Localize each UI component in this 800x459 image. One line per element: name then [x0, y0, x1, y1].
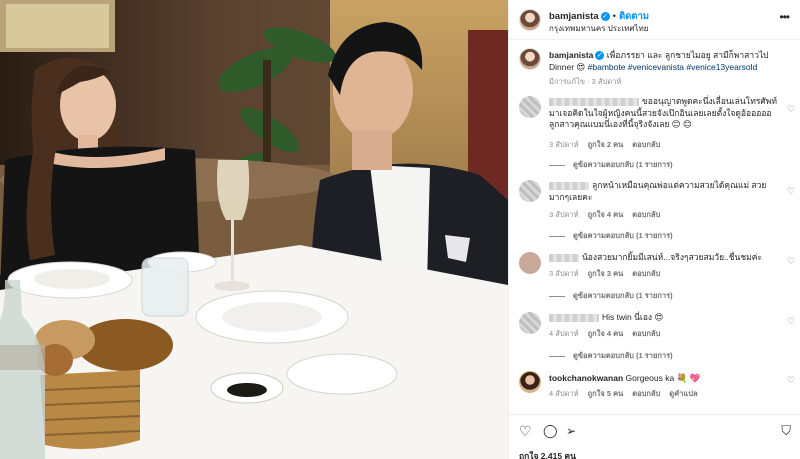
comment-meta: 3 สัปดาห์ ถูกใจ 2 คน ตอบกลับ	[549, 139, 669, 151]
comment-likes[interactable]: ถูกใจ 5 คน	[588, 389, 624, 398]
heart-icon[interactable]: ♡	[787, 186, 795, 197]
comment-meta: 3 สัปดาห์ ถูกใจ 3 คน ตอบกลับ	[549, 268, 669, 280]
caption-avatar[interactable]	[519, 48, 541, 70]
heart-icon[interactable]: ♡	[787, 375, 795, 386]
commenter-username[interactable]: tookchanokwanan	[549, 373, 623, 383]
commenter-username-blurred[interactable]	[549, 97, 639, 106]
view-replies[interactable]: ดูข้อความตอบกลับ (1 รายการ)	[549, 159, 673, 171]
verified-icon: ✓	[600, 11, 610, 21]
comment-meta: 4 สัปดาห์ ถูกใจ 4 คน ตอบกลับ	[549, 328, 669, 340]
reply-button[interactable]: ตอบกลับ	[632, 389, 660, 398]
commenter-avatar[interactable]	[519, 96, 541, 118]
comment-likes[interactable]: ถูกใจ 4 คน	[588, 210, 624, 219]
commenter-avatar[interactable]	[519, 312, 541, 334]
translate-button[interactable]: ดูคำแปล	[669, 389, 697, 398]
view-replies[interactable]: ดูข้อความตอบกลับ (1 รายการ)	[549, 230, 673, 242]
more-icon[interactable]: •••	[779, 10, 790, 24]
commenter-username-blurred[interactable]	[549, 253, 579, 262]
comment-time: 3 สัปดาห์	[549, 140, 579, 149]
comment-body: น้องสวยมากยิ้มมีเสน่ห์...จริงๆสวยสมวัย..…	[582, 252, 762, 262]
reply-button[interactable]: ตอบกลับ	[632, 140, 660, 149]
reply-button[interactable]: ตอบกลับ	[632, 269, 660, 278]
commenter-avatar[interactable]	[519, 252, 541, 274]
post-header: bamjanista ✓ • ติดตาม กรุงเทพมหานคร ประเทศไ…	[509, 0, 800, 40]
view-replies[interactable]: ดูข้อความตอบกลับ (1 รายการ)	[549, 290, 673, 302]
share-icon[interactable]: ➢	[566, 424, 576, 438]
comment-time: 4 สัปดาห์	[549, 389, 579, 398]
commenter-username-blurred[interactable]	[549, 313, 599, 322]
comment-meta: 4 สัปดาห์ ถูกใจ 5 คน ตอบกลับ ดูคำแปล	[549, 388, 707, 400]
comment-time: 3 สัปดาห์	[549, 269, 579, 278]
post-location[interactable]: กรุงเทพมหานคร ประเทศไทย	[549, 22, 648, 35]
comment-text: ลูกหน้าเหมือนคุณพ่อแต่ความสวยได้คุณแม่ ส…	[549, 180, 781, 203]
commenter-avatar[interactable]	[519, 180, 541, 202]
author-avatar[interactable]	[519, 9, 541, 31]
caption-text: bamjanista ✓ เพื่อภรรยา และ ลูกชายไมอยู ส…	[549, 49, 787, 73]
post-image	[0, 0, 508, 459]
comment-time: 3 สัปดาห์	[549, 210, 579, 219]
comment-likes[interactable]: ถูกใจ 4 คน	[588, 329, 624, 338]
comment-likes[interactable]: ถูกใจ 2 คน	[588, 140, 624, 149]
caption-time: มีการแก้ไข · 3 สัปดาห์	[549, 77, 622, 86]
comment-text: น้องสวยมากยิ้มมีเสน่ห์...จริงๆสวยสมวัย..…	[549, 252, 781, 264]
comment-text: tookchanokwanan Gorgeous ka 💐 💖	[549, 373, 781, 385]
author-username[interactable]: bamjanista	[549, 11, 599, 22]
reply-button[interactable]: ตอบกลับ	[632, 329, 660, 338]
post-side-panel: bamjanista ✓ • ติดตาม กรุงเทพมหานคร ประเทศไ…	[508, 0, 800, 459]
comment-meta: 3 สัปดาห์ ถูกใจ 4 คน ตอบกลับ	[549, 209, 669, 221]
heart-icon[interactable]: ♡	[787, 104, 795, 115]
caption-username[interactable]: bamjanista	[549, 50, 593, 60]
like-heart-icon[interactable]: ♡	[519, 423, 532, 440]
verified-icon: ✓	[595, 51, 605, 61]
comment-text: His twin นี่เอง 😍	[549, 312, 781, 324]
post-photo[interactable]	[0, 0, 508, 459]
commenter-username-blurred[interactable]	[549, 181, 589, 190]
comment-icon[interactable]: ◯	[543, 423, 558, 439]
comment-time: 4 สัปดาห์	[549, 329, 579, 338]
bookmark-icon[interactable]: ⛉	[781, 423, 791, 439]
follow-button[interactable]: ติดตาม	[619, 11, 649, 22]
heart-icon[interactable]: ♡	[787, 256, 795, 267]
comment-text: ขออนุญาตพูดคะนึ่งเลื่อนเล่นโทรศัพท์มาเจอ…	[549, 96, 781, 131]
separator-dot: •	[612, 11, 616, 22]
view-replies[interactable]: ดูข้อความตอบกลับ (1 รายการ)	[549, 350, 673, 362]
post-actions: ♡ ◯ ➢ ⛉ ถูกใจ 2,415 คน	[509, 414, 800, 459]
comment-likes[interactable]: ถูกใจ 3 คน	[588, 269, 624, 278]
heart-icon[interactable]: ♡	[787, 316, 795, 327]
commenter-avatar[interactable]	[519, 371, 541, 393]
caption-hashtags[interactable]: #bambote #venicevanista #venice13yearsol…	[588, 62, 758, 72]
comment-body: Gorgeous ka 💐 💖	[625, 373, 701, 383]
comment-body: His twin นี่เอง 😍	[602, 312, 664, 322]
reply-button[interactable]: ตอบกลับ	[632, 210, 660, 219]
like-count[interactable]: ถูกใจ 2,415 คน	[519, 449, 576, 459]
